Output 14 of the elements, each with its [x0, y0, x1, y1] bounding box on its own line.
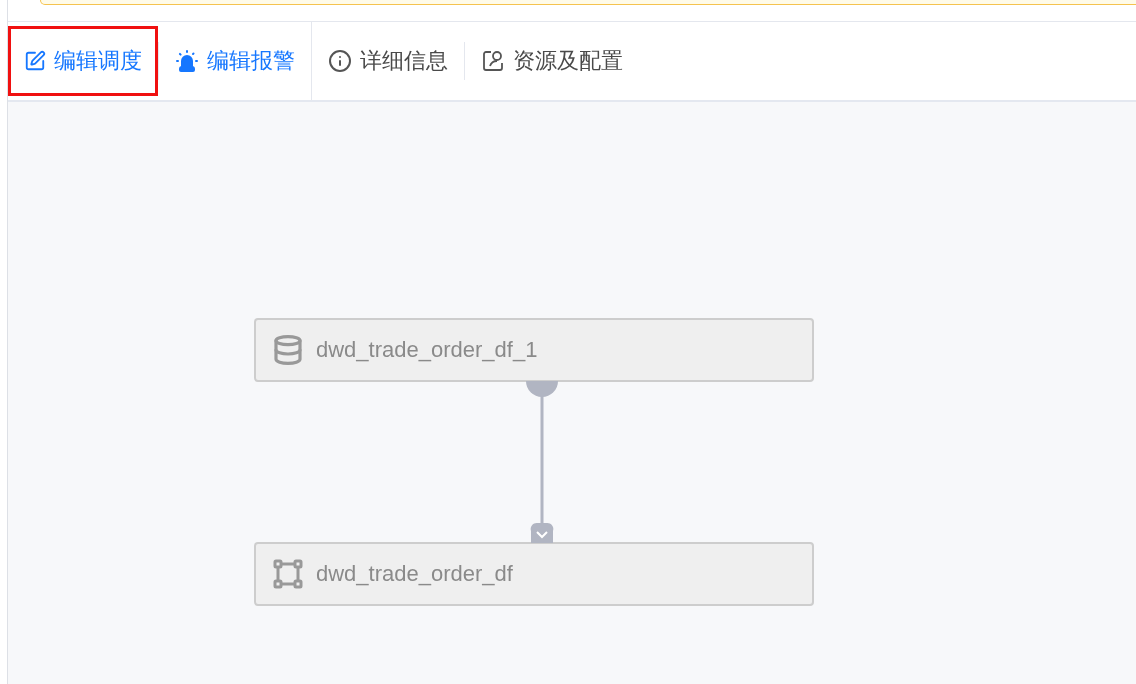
highlighted-toolbar-button[interactable]: 编辑调度	[8, 26, 158, 96]
toolbar-button[interactable]: 资源及配置	[465, 26, 639, 96]
graph-node[interactable]: dwd_trade_order_df_1	[254, 318, 814, 382]
toolbar-button[interactable]: 编辑报警	[159, 26, 311, 96]
graph-node[interactable]: dwd_trade_order_df	[254, 542, 814, 606]
resource-icon	[481, 49, 505, 73]
edit-icon	[24, 50, 46, 72]
node-name: dwd_trade_order_df_1	[316, 337, 538, 363]
database-icon	[272, 334, 304, 366]
siren-icon	[175, 49, 199, 73]
nodes-icon	[272, 558, 304, 590]
info-icon	[328, 49, 352, 73]
toolbar-button[interactable]: 详细信息	[312, 26, 464, 96]
node-name: dwd_trade_order_df	[316, 561, 513, 587]
